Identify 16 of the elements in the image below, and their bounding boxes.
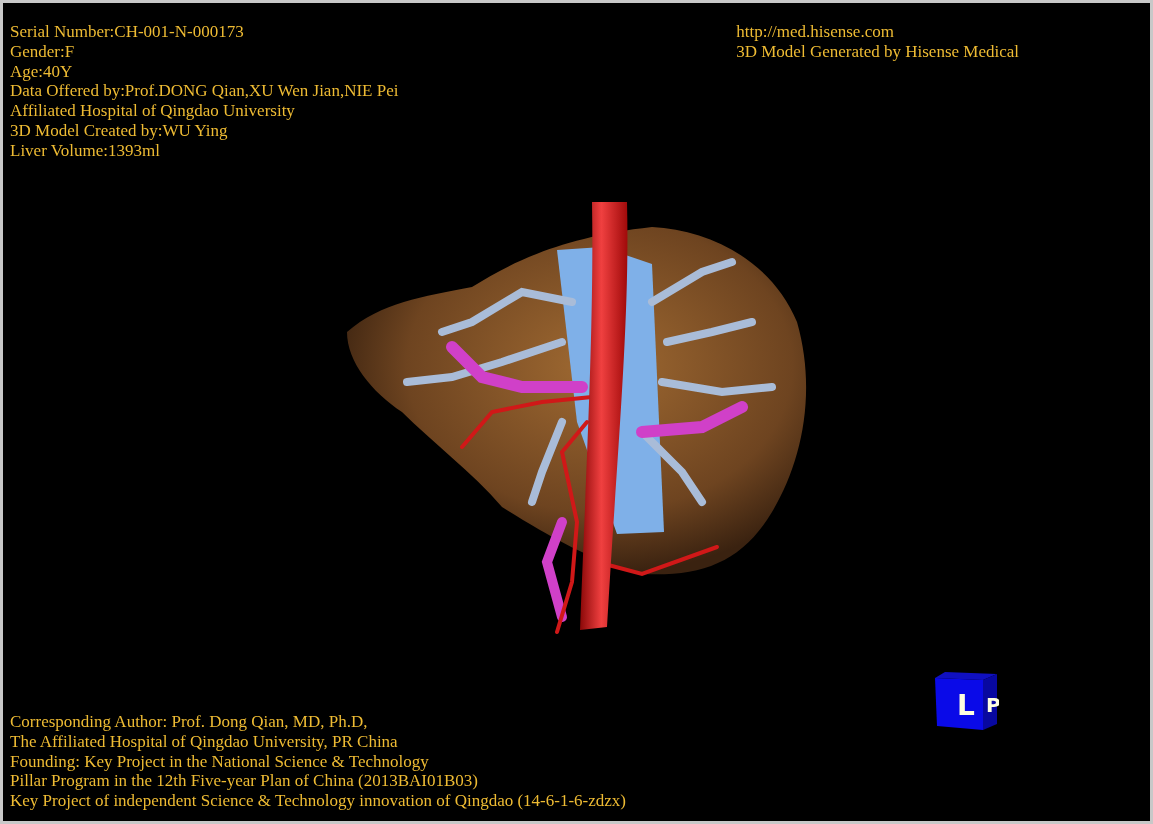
info-text: Liver Volume:1393ml xyxy=(10,140,160,161)
info-text: Affiliated Hospital of Qingdao University xyxy=(10,101,295,121)
info-text: Age:40Y xyxy=(10,61,73,82)
info-text: Corresponding Author: Prof. Dong Qian, MD, Ph.D, xyxy=(10,712,368,732)
info-text: Data Offered by:Prof.DONG Qian,XU Wen Jian,NIE Pei xyxy=(10,81,399,102)
info-text: Key Project of independent Science & Technology innovation of Qingdao (14-6-1-6-zdzx) xyxy=(10,791,626,811)
info-text: 3D Model Created by:WU Ying xyxy=(10,121,228,141)
info-text: 3D Model Generated by Hisense Medical xyxy=(736,41,1019,62)
info-text: The Affiliated Hospital of Qingdao University, PR China xyxy=(10,731,398,752)
info-text: Gender:F xyxy=(10,41,75,62)
info-text: Founding: Key Project in the National Science & Technology xyxy=(10,751,429,772)
info-text: Serial Number:CH-001-N-000173 xyxy=(10,22,244,42)
orientation-cube-drawing[interactable] xyxy=(935,672,997,730)
cube-face-label: L xyxy=(957,689,975,722)
info-text: Pillar Program in the 12th Five-year Plan of China (2013BAI01B03) xyxy=(10,771,478,792)
info-text: http://med.hisense.com xyxy=(736,22,894,42)
